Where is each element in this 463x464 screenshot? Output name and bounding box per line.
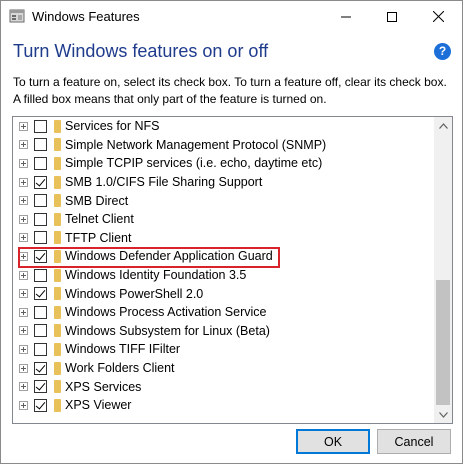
scroll-thumb[interactable] (436, 280, 450, 405)
feature-checkbox[interactable] (34, 156, 47, 170)
folder-icon (54, 324, 61, 338)
feature-label: Simple TCPIP services (i.e. echo, daytim… (65, 156, 323, 171)
window-title: Windows Features (32, 9, 140, 24)
expand-plus-icon[interactable] (19, 121, 28, 131)
feature-label: XPS Services (65, 379, 142, 394)
minimize-button[interactable] (323, 1, 369, 32)
scroll-up-button[interactable] (434, 117, 452, 134)
folder-icon (54, 156, 61, 170)
windows-features-dialog: Windows Features Turn Windows features o… (0, 0, 463, 464)
cancel-button[interactable]: Cancel (377, 429, 451, 454)
folder-icon (54, 361, 61, 375)
minimize-icon (341, 16, 351, 17)
folder-icon (54, 175, 61, 189)
feature-row[interactable]: Services for NFS (13, 117, 434, 136)
feature-label: XPS Viewer (65, 398, 132, 413)
expand-plus-icon[interactable] (19, 400, 28, 410)
dialog-heading: Turn Windows features on or off (13, 41, 269, 61)
feature-checkbox[interactable] (34, 194, 47, 208)
title-bar[interactable]: Windows Features (1, 1, 462, 32)
folder-icon (54, 287, 61, 301)
feature-row[interactable]: Windows Identity Foundation 3.5 (13, 266, 434, 285)
feature-row[interactable]: Telnet Client (13, 210, 434, 229)
feature-label: Windows Identity Foundation 3.5 (65, 268, 247, 283)
feature-row[interactable]: Windows Process Activation Service (13, 303, 434, 322)
feature-row[interactable]: SMB 1.0/CIFS File Sharing Support (13, 173, 434, 192)
folder-icon (54, 268, 61, 282)
expand-plus-icon[interactable] (19, 177, 28, 187)
help-icon[interactable]: ? (434, 43, 451, 60)
features-tree[interactable]: Services for NFS Simple Network Managemen… (12, 116, 453, 424)
folder-icon (54, 398, 61, 412)
ok-button[interactable]: OK (296, 429, 370, 454)
folder-icon (54, 380, 61, 394)
expand-plus-icon[interactable] (19, 289, 28, 299)
vertical-scrollbar[interactable] (434, 117, 452, 423)
folder-icon (54, 305, 61, 319)
expand-plus-icon[interactable] (19, 382, 28, 392)
highlight-annotation (18, 247, 280, 268)
feature-row[interactable]: SMB Direct (13, 191, 434, 210)
close-icon (432, 11, 444, 22)
feature-label: Windows TIFF IFilter (65, 342, 181, 357)
feature-checkbox[interactable] (34, 231, 47, 245)
feature-label: Services for NFS (65, 119, 160, 134)
feature-checkbox[interactable] (34, 138, 47, 152)
expand-plus-icon[interactable] (19, 196, 28, 206)
expand-plus-icon[interactable] (19, 307, 28, 317)
feature-row[interactable]: Work Folders Client (13, 359, 434, 378)
feature-checkbox[interactable] (34, 398, 47, 412)
feature-label: Windows PowerShell 2.0 (65, 286, 204, 301)
feature-checkbox[interactable] (34, 119, 47, 133)
feature-row[interactable]: Windows Subsystem for Linux (Beta) (13, 322, 434, 341)
feature-checkbox[interactable] (34, 287, 47, 301)
feature-label: Windows Subsystem for Linux (Beta) (65, 323, 270, 338)
feature-checkbox[interactable] (34, 324, 47, 338)
feature-checkbox[interactable] (34, 361, 47, 375)
feature-row[interactable]: Windows PowerShell 2.0 (13, 284, 434, 303)
feature-row[interactable]: Simple Network Management Protocol (SNMP… (13, 136, 434, 155)
maximize-button[interactable] (369, 1, 415, 32)
expand-plus-icon[interactable] (19, 158, 28, 168)
windows-features-icon (9, 8, 25, 24)
close-button[interactable] (415, 1, 461, 32)
dialog-description: To turn a feature on, select its check b… (13, 75, 447, 106)
expand-plus-icon[interactable] (19, 326, 28, 336)
feature-label: Windows Process Activation Service (65, 305, 267, 320)
feature-checkbox[interactable] (34, 380, 47, 394)
chevron-down-icon (438, 411, 448, 418)
feature-checkbox[interactable] (34, 175, 47, 189)
expand-plus-icon[interactable] (19, 363, 28, 373)
feature-row[interactable]: Simple TCPIP services (i.e. echo, daytim… (13, 154, 434, 173)
feature-label: Simple Network Management Protocol (SNMP… (65, 137, 327, 152)
chevron-up-icon (438, 122, 448, 129)
folder-icon (54, 212, 61, 226)
expand-plus-icon[interactable] (19, 214, 28, 224)
scroll-down-button[interactable] (434, 406, 452, 423)
expand-plus-icon[interactable] (19, 344, 28, 354)
feature-checkbox[interactable] (34, 305, 47, 319)
folder-icon (54, 194, 61, 208)
folder-icon (54, 119, 61, 133)
folder-icon (54, 138, 61, 152)
folder-icon (54, 231, 61, 245)
feature-checkbox[interactable] (34, 342, 47, 356)
feature-label: TFTP Client (65, 230, 132, 245)
feature-label: Telnet Client (65, 212, 134, 227)
feature-label: Work Folders Client (65, 361, 175, 376)
feature-row[interactable]: XPS Viewer (13, 396, 434, 415)
maximize-icon (387, 11, 397, 22)
feature-checkbox[interactable] (34, 268, 47, 282)
feature-row[interactable]: XPS Services (13, 377, 434, 396)
feature-row[interactable]: TFTP Client (13, 229, 434, 248)
expand-plus-icon[interactable] (19, 140, 28, 150)
folder-icon (54, 342, 61, 356)
feature-checkbox[interactable] (34, 212, 47, 226)
feature-label: SMB 1.0/CIFS File Sharing Support (65, 175, 263, 190)
expand-plus-icon[interactable] (19, 270, 28, 280)
feature-row[interactable]: Windows TIFF IFilter (13, 340, 434, 359)
feature-label: SMB Direct (65, 193, 129, 208)
expand-plus-icon[interactable] (19, 233, 28, 243)
